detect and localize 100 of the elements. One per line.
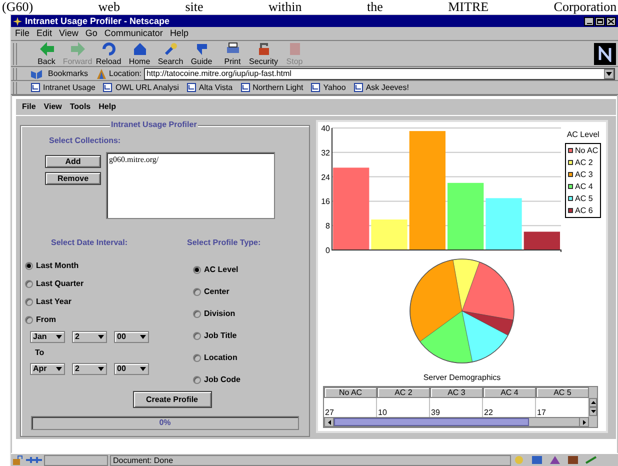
bookmark-icon [240,83,250,92]
vertical-scrollbar[interactable] [589,398,597,417]
back-arrow-icon [38,41,54,57]
menu-item[interactable]: File [15,26,30,40]
location-icon [97,68,106,78]
menu-item[interactable]: View [44,101,62,113]
progress-text: 0% [159,417,171,429]
legend-item: AC 5 [568,193,598,204]
bookmark-link[interactable]: Northern Light [240,82,304,94]
bookmark-icon [31,83,40,92]
menu-item[interactable]: File [22,101,36,113]
legend-item: AC 3 [568,169,598,180]
menu-item[interactable]: Edit [36,26,52,40]
group-title: Intranet Usage Profiler [110,120,198,130]
radio-option[interactable]: Center [193,281,305,303]
connection-icon [26,455,42,465]
radio-option[interactable]: Last Year [25,293,175,311]
bookmark-link[interactable]: OWL URL Analysi [103,82,179,94]
dropdown-arrow-icon [606,72,612,76]
up-arrow-icon [590,401,596,404]
close-button[interactable] [606,16,616,26]
column-header[interactable]: No AC [324,387,377,398]
scroll-down-button[interactable] [589,407,597,416]
forward-arrow-icon [70,41,86,57]
dropdown-arrow-icon [140,335,146,339]
status-progress-field [44,454,108,466]
scroll-right-button[interactable] [579,418,588,426]
column-header[interactable]: AC 3 [430,387,483,398]
axis-tick-label: 16 [321,197,330,206]
bookmarks-menu[interactable]: Bookmarks [48,68,88,80]
table-cell: 27 [324,398,377,417]
radio-option[interactable]: Last Month [25,257,175,275]
create-profile-button[interactable]: Create Profile [132,391,212,408]
section-heading: Select Profile Type: [187,237,262,249]
axis-tick-label: 40 [321,124,330,133]
column-header[interactable]: AC 4 [483,387,536,398]
dropdown[interactable]: Jan [30,331,65,343]
location-field[interactable]: http://tatocoine.mitre.org/iup/iup-fast.html [144,68,615,80]
dropdown-arrow-icon [140,367,146,371]
toolbar-button[interactable]: Guide [186,41,217,66]
legend-item: AC 2 [568,157,598,168]
security-lock-icon [12,455,24,465]
home-icon [132,41,148,57]
scroll-thumb[interactable] [334,418,529,426]
maximize-button[interactable] [595,16,605,26]
table-cell: 10 [377,398,430,417]
toolbar-button[interactable]: Reload [93,41,124,66]
radio-option[interactable]: Job Title [193,325,305,347]
dropdown[interactable]: 2 [72,331,107,343]
window-title: Intranet Usage Profiler - Netscape [25,16,170,26]
down-arrow-icon [590,410,596,413]
dropdown[interactable]: Apr [30,363,65,375]
section-heading: Select Date Interval: [51,237,128,249]
column-header[interactable]: AC 5 [536,387,589,398]
list-item[interactable]: g060.mitre.org/ [109,155,272,165]
bookmarks-icon[interactable] [30,68,44,78]
radio-option[interactable]: AC Level [193,259,305,281]
bookmark-link[interactable]: Alta Vista [186,82,233,94]
menu-item[interactable]: Help [170,26,188,40]
dropdown[interactable]: 2 [72,363,107,375]
bookmark-icon [354,83,363,92]
radio-option[interactable]: From [25,311,175,329]
scroll-left-button[interactable] [325,418,334,426]
bookmark-icon [186,83,196,92]
toolbar-button[interactable]: Back [31,41,62,66]
menu-item[interactable]: View [59,26,78,40]
radio-option[interactable]: Last Quarter [25,275,175,293]
caption-text: (G60) web site within the MITRE Corporation [2,0,617,14]
column-header[interactable]: AC 2 [377,387,430,398]
menu-item[interactable]: Help [98,101,116,113]
dropdown[interactable]: 00 [114,363,149,375]
horizontal-scrollbar[interactable] [324,417,589,427]
collection-button[interactable]: Add [45,155,101,168]
search-icon [162,41,178,57]
status-text: Document: Done [110,454,511,466]
scroll-up-button[interactable] [589,398,597,407]
table-cell: 39 [430,398,483,417]
minimize-button[interactable] [584,16,594,26]
dropdown-arrow-icon [98,367,104,371]
collection-list[interactable]: g060.mitre.org/ [106,152,275,219]
radio-option[interactable]: Division [193,303,305,325]
toolbar-button[interactable]: Security [248,41,279,66]
dropdown[interactable]: 00 [114,331,149,343]
bookmark-link[interactable]: Intranet Usage [31,82,96,94]
radio-option[interactable]: Location [193,347,305,369]
menu-item[interactable]: Tools [70,101,91,113]
table-cell: 22 [483,398,536,417]
menu-item[interactable]: Go [85,26,98,40]
radio-option[interactable]: Job Code [193,369,305,391]
dropdown-arrow-icon [98,335,104,339]
bookmark-link[interactable]: Ask Jeeves! [354,82,409,94]
left-arrow-icon [328,420,330,424]
collection-button[interactable]: Remove [45,172,101,185]
reload-icon [100,41,116,57]
toolbar-button[interactable]: Home [124,41,155,66]
menu-item[interactable]: Communicator [104,26,163,40]
toolbar-button[interactable]: Print [217,41,248,66]
toolbar-button[interactable]: Search [155,41,186,66]
bookmark-link[interactable]: Yahoo [311,82,346,94]
dropdown-button[interactable] [604,68,614,78]
